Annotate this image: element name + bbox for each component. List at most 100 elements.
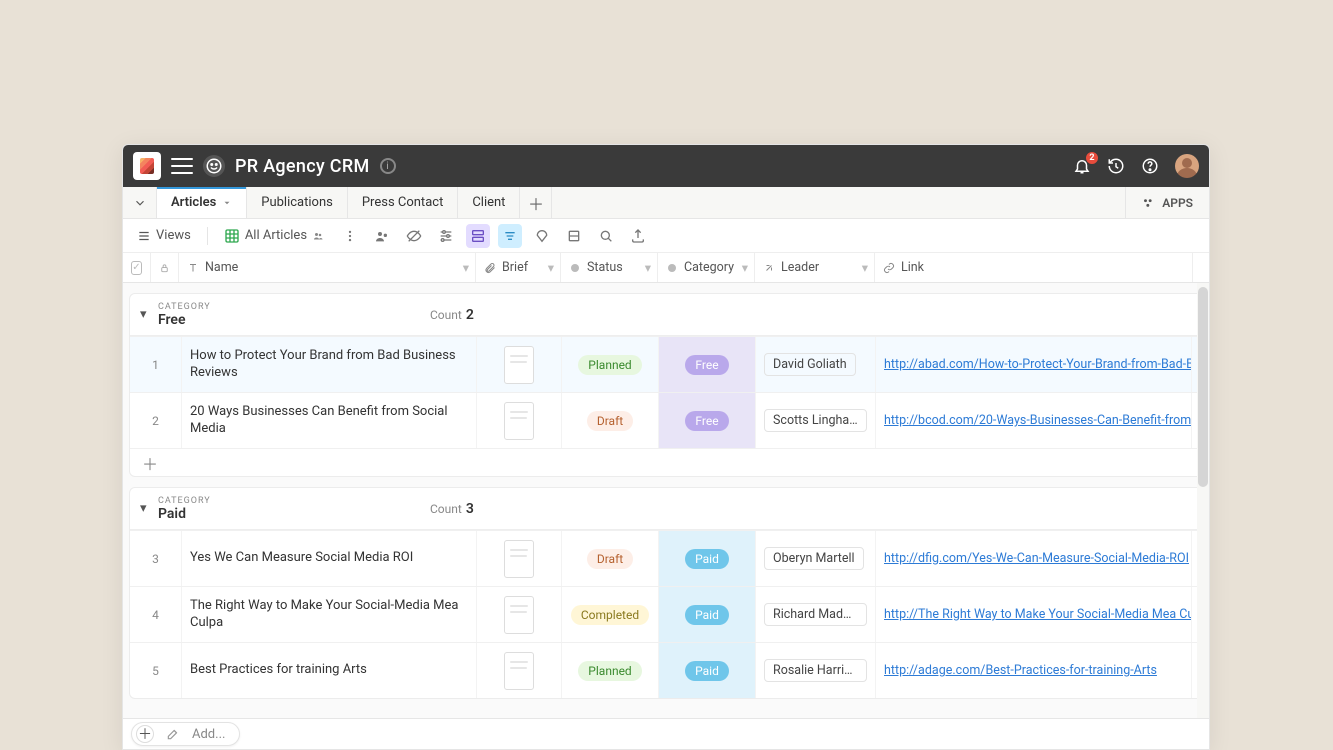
tab-label: Press Contact bbox=[362, 195, 443, 210]
cell-status[interactable]: Draft bbox=[562, 531, 659, 586]
group-icon[interactable] bbox=[466, 224, 490, 248]
add-record-chip[interactable]: ＋ Add... bbox=[131, 722, 240, 746]
chevron-down-icon[interactable]: ▾ bbox=[862, 260, 868, 276]
cell-category[interactable]: Free bbox=[659, 393, 756, 448]
cell-category[interactable]: Paid bbox=[659, 587, 756, 642]
chevron-down-icon[interactable]: ▾ bbox=[742, 260, 748, 276]
cell-name[interactable]: The Right Way to Make Your Social-Media … bbox=[182, 587, 477, 642]
table-row[interactable]: 3 Yes We Can Measure Social Media ROI Dr… bbox=[130, 530, 1202, 586]
select-all-checkbox[interactable]: ✓ bbox=[123, 253, 151, 282]
app-logo[interactable] bbox=[133, 152, 161, 180]
cell-leader[interactable]: Scotts Lingham bbox=[756, 393, 876, 448]
notifications-button[interactable]: 2 bbox=[1073, 157, 1091, 175]
color-icon[interactable] bbox=[530, 224, 554, 248]
table-row[interactable]: 1 How to Protect Your Brand from Bad Bus… bbox=[130, 336, 1202, 392]
cell-brief[interactable] bbox=[477, 531, 562, 586]
cell-link[interactable]: http://bcod.com/20-Ways-Businesses-Can-B… bbox=[876, 393, 1192, 448]
tab-articles[interactable]: Articles bbox=[157, 187, 247, 218]
row-height-icon[interactable] bbox=[562, 224, 586, 248]
column-brief[interactable]: Brief ▾ bbox=[476, 253, 561, 282]
history-icon[interactable] bbox=[1107, 157, 1125, 175]
cell-category[interactable]: Paid bbox=[659, 531, 756, 586]
attachment-thumb[interactable] bbox=[504, 652, 534, 690]
cell-leader[interactable]: David Goliath bbox=[756, 337, 876, 392]
cell-name[interactable]: How to Protect Your Brand from Bad Busin… bbox=[182, 337, 477, 392]
link[interactable]: http://bcod.com/20-Ways-Businesses-Can-B… bbox=[884, 413, 1192, 428]
column-link[interactable]: Link bbox=[875, 253, 1193, 282]
add-row-button[interactable]: ＋ bbox=[130, 448, 1202, 476]
cell-status[interactable]: Planned bbox=[562, 337, 659, 392]
export-icon[interactable] bbox=[626, 224, 650, 248]
cell-brief[interactable] bbox=[477, 393, 562, 448]
view-name-label: All Articles bbox=[245, 228, 307, 243]
cell-leader[interactable]: Richard Madden bbox=[756, 587, 876, 642]
cell-category[interactable]: Paid bbox=[659, 643, 756, 698]
apps-button[interactable]: APPS bbox=[1125, 187, 1209, 218]
cell-status[interactable]: Planned bbox=[562, 643, 659, 698]
attachment-thumb[interactable] bbox=[504, 540, 534, 578]
cell-name[interactable]: Yes We Can Measure Social Media ROI bbox=[182, 531, 477, 586]
view-name-button[interactable]: All Articles bbox=[218, 224, 330, 248]
cell-link[interactable]: http://adage.com/Best-Practices-for-trai… bbox=[876, 643, 1192, 698]
tabs-expand-button[interactable] bbox=[123, 187, 157, 218]
group-field-label: CATEGORY bbox=[158, 302, 211, 312]
add-tab-button[interactable]: ＋ bbox=[520, 187, 552, 218]
chevron-down-icon[interactable]: ▾ bbox=[463, 260, 469, 276]
vertical-scrollbar[interactable] bbox=[1197, 283, 1209, 718]
tab-press-contact[interactable]: Press Contact bbox=[348, 187, 458, 218]
column-leader[interactable]: Leader ▾ bbox=[755, 253, 875, 282]
group-header[interactable]: ▾ CATEGORY Paid Count3 bbox=[130, 488, 1202, 530]
cell-link[interactable]: http://dfig.com/Yes-We-Can-Measure-Socia… bbox=[876, 531, 1192, 586]
link[interactable]: http://dfig.com/Yes-We-Can-Measure-Socia… bbox=[884, 551, 1189, 566]
tab-client[interactable]: Client bbox=[458, 187, 520, 218]
cell-link[interactable]: http://The Right Way to Make Your Social… bbox=[876, 587, 1192, 642]
search-icon[interactable] bbox=[594, 224, 618, 248]
cell-leader[interactable]: Rosalie Harringt… bbox=[756, 643, 876, 698]
tab-publications[interactable]: Publications bbox=[247, 187, 348, 218]
cell-name[interactable]: 20 Ways Businesses Can Benefit from Soci… bbox=[182, 393, 477, 448]
list-icon bbox=[137, 229, 151, 243]
cell-brief[interactable] bbox=[477, 337, 562, 392]
more-icon[interactable] bbox=[338, 224, 362, 248]
share-icon[interactable] bbox=[370, 224, 394, 248]
cell-brief[interactable] bbox=[477, 643, 562, 698]
link[interactable]: http://The Right Way to Make Your Social… bbox=[884, 607, 1192, 622]
apps-label: APPS bbox=[1162, 196, 1193, 210]
chevron-down-icon[interactable]: ▾ bbox=[645, 260, 651, 276]
column-name[interactable]: Name ▾ bbox=[179, 253, 476, 282]
attachment-thumb[interactable] bbox=[504, 346, 534, 384]
chevron-down-icon[interactable]: ▾ bbox=[548, 260, 554, 276]
cell-status[interactable]: Draft bbox=[562, 393, 659, 448]
column-category[interactable]: Category ▾ bbox=[658, 253, 755, 282]
cell-link[interactable]: http://abad.com/How-to-Protect-Your-Bran… bbox=[876, 337, 1192, 392]
attachment-icon bbox=[484, 262, 496, 274]
workspace-icon[interactable] bbox=[203, 155, 225, 177]
cell-leader[interactable]: Oberyn Martell bbox=[756, 531, 876, 586]
hide-fields-icon[interactable] bbox=[402, 224, 426, 248]
collapse-icon[interactable]: ▾ bbox=[140, 307, 152, 322]
locked-column-icon bbox=[151, 253, 179, 282]
hamburger-menu-icon[interactable] bbox=[171, 158, 193, 174]
cell-brief[interactable] bbox=[477, 587, 562, 642]
table-row[interactable]: 5 Best Practices for training Arts Plann… bbox=[130, 642, 1202, 698]
group-header[interactable]: ▾ CATEGORY Free Count2 bbox=[130, 294, 1202, 336]
filter-icon[interactable] bbox=[434, 224, 458, 248]
sort-icon[interactable] bbox=[498, 224, 522, 248]
info-icon[interactable]: i bbox=[380, 158, 396, 174]
table-row[interactable]: 4 The Right Way to Make Your Social-Medi… bbox=[130, 586, 1202, 642]
cell-status[interactable]: Completed bbox=[562, 587, 659, 642]
attachment-thumb[interactable] bbox=[504, 596, 534, 634]
cell-name[interactable]: Best Practices for training Arts bbox=[182, 643, 477, 698]
views-button[interactable]: Views bbox=[131, 224, 197, 247]
column-status[interactable]: Status ▾ bbox=[561, 253, 658, 282]
grid-body[interactable]: ▾ CATEGORY Free Count2 1 How to Protect … bbox=[123, 283, 1209, 719]
user-avatar[interactable] bbox=[1175, 154, 1199, 178]
help-icon[interactable] bbox=[1141, 157, 1159, 175]
attachment-thumb[interactable] bbox=[504, 402, 534, 440]
tab-label: Articles bbox=[171, 195, 216, 210]
cell-category[interactable]: Free bbox=[659, 337, 756, 392]
table-row[interactable]: 2 20 Ways Businesses Can Benefit from So… bbox=[130, 392, 1202, 448]
link[interactable]: http://abad.com/How-to-Protect-Your-Bran… bbox=[884, 357, 1192, 372]
collapse-icon[interactable]: ▾ bbox=[140, 501, 152, 516]
link[interactable]: http://adage.com/Best-Practices-for-trai… bbox=[884, 663, 1157, 678]
